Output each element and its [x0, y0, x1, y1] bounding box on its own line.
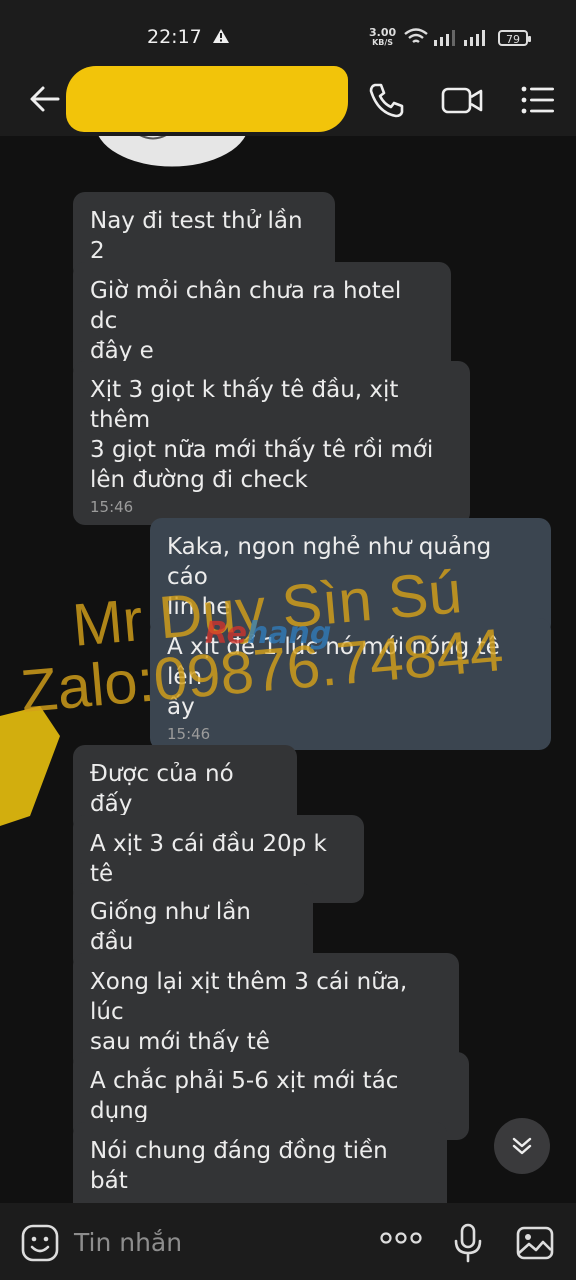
contact-name-redacted[interactable]: [66, 66, 348, 132]
video-call-icon[interactable]: [440, 80, 484, 120]
microphone-icon[interactable]: [453, 1223, 483, 1263]
scroll-to-bottom-button[interactable]: [494, 1118, 550, 1174]
message-input[interactable]: Tin nhắn: [74, 1228, 182, 1257]
status-bar: 22:17 3.00 KB/S 79: [0, 0, 576, 62]
sticker-image[interactable]: [88, 136, 256, 186]
status-time: 22:17: [147, 26, 202, 48]
message-list[interactable]: Nay đi test thử lần 2 Giờ mỏi chân chưa …: [0, 136, 576, 1203]
menu-icon[interactable]: [518, 80, 558, 120]
network-speed: 3.00 KB/S: [369, 26, 397, 47]
message-composer: Tin nhắn: [0, 1203, 576, 1280]
emoji-icon[interactable]: [20, 1223, 60, 1263]
image-picker-icon[interactable]: [515, 1223, 555, 1263]
signal-icon: [464, 30, 485, 46]
watermark-logo: Rehang: [205, 616, 332, 651]
message-timestamp: 15:46: [167, 725, 211, 743]
back-arrow-icon[interactable]: [28, 82, 62, 116]
warning-icon: [213, 29, 229, 43]
paint-smudge: [0, 706, 60, 826]
message-incoming[interactable]: Xịt 3 giọt k thấy tê đầu, xịt thêm 3 giọ…: [73, 361, 470, 525]
chat-header: [0, 62, 576, 136]
signal-icon: [434, 30, 455, 46]
double-chevron-down-icon: [512, 1137, 532, 1155]
message-incoming[interactable]: Nói chung đáng đồng tiền bát gạo: [73, 1122, 447, 1203]
message-timestamp: 15:46: [90, 498, 134, 516]
more-options-icon[interactable]: [379, 1231, 423, 1245]
battery-icon: 79: [498, 30, 531, 46]
wifi-icon: [404, 28, 428, 43]
phone-icon[interactable]: [366, 80, 406, 120]
